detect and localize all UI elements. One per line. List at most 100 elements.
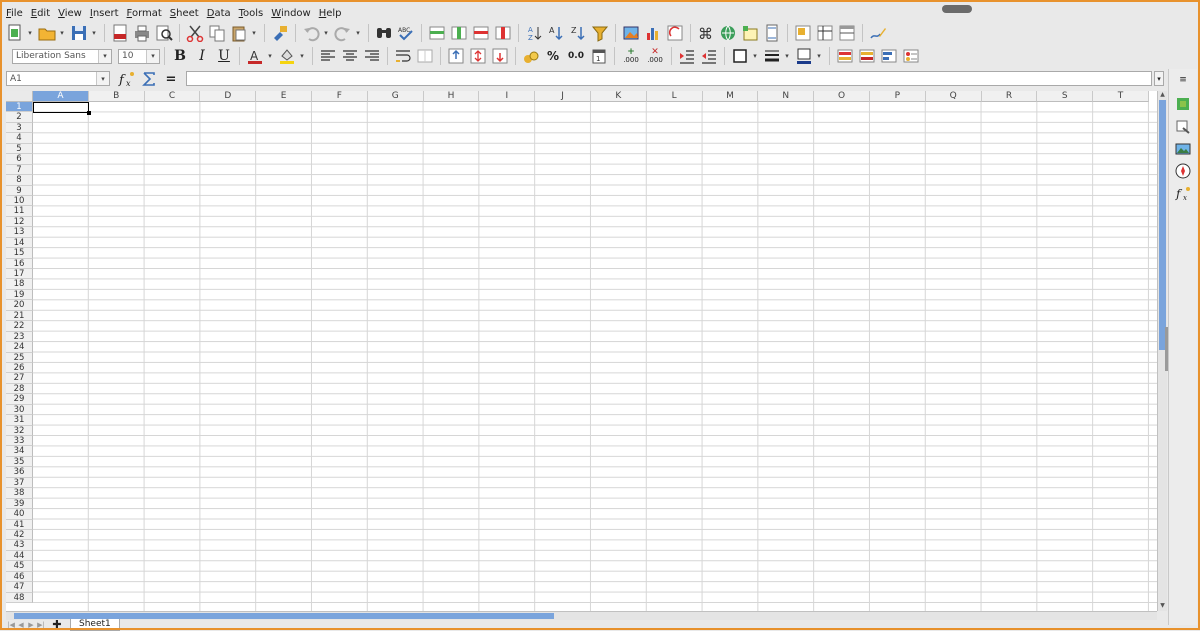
column-header[interactable]: C bbox=[144, 91, 201, 102]
column-header[interactable]: D bbox=[200, 91, 257, 102]
row-header[interactable]: 11 bbox=[6, 206, 33, 217]
row-header[interactable]: 45 bbox=[6, 561, 33, 572]
row-header[interactable]: 15 bbox=[6, 248, 33, 259]
row-header[interactable]: 41 bbox=[6, 519, 33, 530]
sort-ascending-icon[interactable]: A bbox=[546, 23, 566, 43]
insert-chart-icon[interactable] bbox=[643, 23, 663, 43]
column-icon[interactable] bbox=[449, 23, 469, 43]
border-color-icon[interactable] bbox=[794, 46, 814, 66]
conditional-format-icon[interactable] bbox=[835, 46, 855, 66]
row-header[interactable]: 17 bbox=[6, 269, 33, 280]
row-header[interactable]: 25 bbox=[6, 352, 33, 363]
paste-dropdown-icon[interactable]: ▾ bbox=[250, 23, 258, 43]
row-header[interactable]: 40 bbox=[6, 509, 33, 520]
column-header[interactable]: P bbox=[869, 91, 926, 102]
column-header[interactable]: A bbox=[33, 91, 89, 102]
show-draw-functions-icon[interactable] bbox=[868, 23, 888, 43]
background-color-icon[interactable] bbox=[277, 46, 297, 66]
row-header[interactable]: 13 bbox=[6, 227, 33, 238]
decrease-indent-icon[interactable] bbox=[699, 46, 719, 66]
scroll-down-icon[interactable]: ▼ bbox=[1158, 602, 1167, 611]
center-vertically-icon[interactable] bbox=[468, 46, 488, 66]
column-header[interactable]: E bbox=[256, 91, 312, 102]
chevron-down-icon[interactable]: ▾ bbox=[146, 49, 159, 63]
row-header[interactable]: 31 bbox=[6, 415, 33, 426]
undo-dropdown-icon[interactable]: ▾ bbox=[322, 23, 330, 43]
add-decimal-place-button[interactable]: + .000 bbox=[620, 46, 642, 66]
menu-format[interactable]: Format bbox=[123, 3, 166, 24]
border-style-dropdown-icon[interactable]: ▾ bbox=[783, 46, 791, 66]
row-header[interactable]: 30 bbox=[6, 404, 33, 416]
row-header[interactable]: 27 bbox=[6, 373, 33, 384]
vertical-scroll-thumb[interactable] bbox=[1159, 100, 1166, 350]
export-pdf-icon[interactable] bbox=[110, 23, 130, 43]
navigator-icon[interactable] bbox=[1174, 162, 1192, 180]
row-header[interactable]: 4 bbox=[6, 133, 33, 144]
copy-icon[interactable] bbox=[207, 23, 227, 43]
font-color-icon[interactable]: A bbox=[245, 46, 265, 66]
row-header[interactable]: 32 bbox=[6, 425, 33, 436]
row-header[interactable]: 42 bbox=[6, 529, 33, 541]
data-bar-icon[interactable] bbox=[879, 46, 899, 66]
delete-decimal-place-button[interactable]: ✕ .000 bbox=[644, 46, 666, 66]
headers-footers-icon[interactable] bbox=[762, 23, 782, 43]
row-header[interactable]: 2 bbox=[6, 112, 33, 123]
row-header[interactable]: 12 bbox=[6, 216, 33, 228]
row-header[interactable]: 34 bbox=[6, 446, 33, 457]
menu-file[interactable]: File bbox=[2, 3, 27, 24]
redo-icon[interactable] bbox=[333, 23, 353, 43]
paste-icon[interactable] bbox=[229, 23, 249, 43]
sidebar-menu-icon[interactable]: ≡ bbox=[1174, 71, 1192, 89]
save-dropdown-icon[interactable]: ▾ bbox=[90, 23, 98, 43]
functions-icon[interactable]: ƒx bbox=[1174, 184, 1192, 202]
row-header[interactable]: 26 bbox=[6, 362, 33, 374]
chevron-down-icon[interactable]: ▾ bbox=[96, 72, 109, 85]
properties-icon[interactable] bbox=[1174, 95, 1192, 113]
row-header[interactable]: 16 bbox=[6, 258, 33, 269]
sheet-tab[interactable]: Sheet1 bbox=[70, 618, 120, 631]
row-header[interactable]: 5 bbox=[6, 143, 33, 155]
new-dropdown-icon[interactable]: ▾ bbox=[26, 23, 34, 43]
sort-icon[interactable]: AZ bbox=[524, 23, 544, 43]
menu-data[interactable]: Data bbox=[203, 3, 235, 24]
sort-descending-icon[interactable]: Z bbox=[568, 23, 588, 43]
column-header[interactable]: I bbox=[479, 91, 536, 102]
row-header[interactable]: 6 bbox=[6, 154, 33, 165]
row-header[interactable]: 39 bbox=[6, 498, 33, 510]
row-header[interactable]: 48 bbox=[6, 592, 33, 603]
save-icon[interactable] bbox=[69, 23, 89, 43]
undo-icon[interactable] bbox=[301, 23, 321, 43]
row-header[interactable]: 1 bbox=[6, 102, 33, 113]
special-character-icon[interactable]: ⌘ bbox=[696, 23, 716, 43]
autofilter-icon[interactable] bbox=[590, 23, 610, 43]
column-header[interactable]: Q bbox=[925, 91, 982, 102]
row-header[interactable]: 14 bbox=[6, 237, 33, 249]
row-header[interactable]: 7 bbox=[6, 164, 33, 176]
row-header[interactable]: 38 bbox=[6, 488, 33, 499]
column-header[interactable]: M bbox=[702, 91, 759, 102]
column-header[interactable]: R bbox=[981, 91, 1038, 102]
new-document-icon[interactable] bbox=[5, 23, 25, 43]
merge-cells-icon[interactable] bbox=[415, 46, 435, 66]
borders-icon[interactable] bbox=[730, 46, 750, 66]
styles-icon[interactable] bbox=[1174, 118, 1192, 136]
row-header[interactable]: 36 bbox=[6, 467, 33, 478]
row-header[interactable]: 35 bbox=[6, 456, 33, 468]
pivot-table-icon[interactable] bbox=[665, 23, 685, 43]
first-sheet-icon[interactable]: |◀ bbox=[6, 621, 16, 629]
split-window-icon[interactable] bbox=[837, 23, 857, 43]
align-left-icon[interactable] bbox=[318, 46, 338, 66]
bold-button[interactable]: B bbox=[170, 46, 190, 66]
column-header[interactable]: B bbox=[88, 91, 145, 102]
column-header[interactable]: G bbox=[367, 91, 424, 102]
column-header[interactable]: L bbox=[646, 91, 703, 102]
row-header[interactable]: 19 bbox=[6, 289, 33, 301]
add-sheet-icon[interactable]: ✚ bbox=[50, 618, 64, 631]
column-header[interactable]: O bbox=[814, 91, 870, 102]
gallery-icon[interactable] bbox=[1174, 140, 1192, 158]
formula-button[interactable]: = bbox=[162, 70, 180, 88]
row-header[interactable]: 43 bbox=[6, 540, 33, 551]
increase-indent-icon[interactable] bbox=[677, 46, 697, 66]
row-header[interactable]: 8 bbox=[6, 175, 33, 186]
menu-view[interactable]: View bbox=[54, 3, 86, 24]
